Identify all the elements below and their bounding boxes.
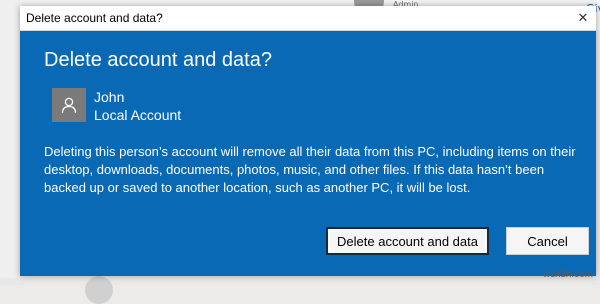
- delete-account-dialog: Delete account and data? ✕ Delete accoun…: [20, 6, 596, 276]
- person-icon: [61, 97, 77, 114]
- user-name: John: [94, 89, 125, 105]
- user-avatar: [52, 88, 86, 122]
- warning-message: Deleting this person’s account will remo…: [44, 144, 576, 195]
- dialog-titlebar[interactable]: Delete account and data? ✕: [20, 6, 596, 31]
- close-button[interactable]: ✕: [570, 6, 596, 30]
- delete-account-and-data-button[interactable]: Delete account and data: [326, 227, 489, 255]
- close-icon: ✕: [577, 10, 589, 26]
- cancel-button[interactable]: Cancel: [506, 227, 589, 255]
- dialog-heading: Delete account and data?: [44, 49, 272, 71]
- watermark: wsxdn.com: [543, 269, 594, 280]
- account-type: Local Account: [94, 107, 182, 123]
- background-avatar-bottom: [85, 276, 113, 304]
- window-title: Delete account and data?: [26, 11, 163, 25]
- settings-background-left: [0, 0, 20, 285]
